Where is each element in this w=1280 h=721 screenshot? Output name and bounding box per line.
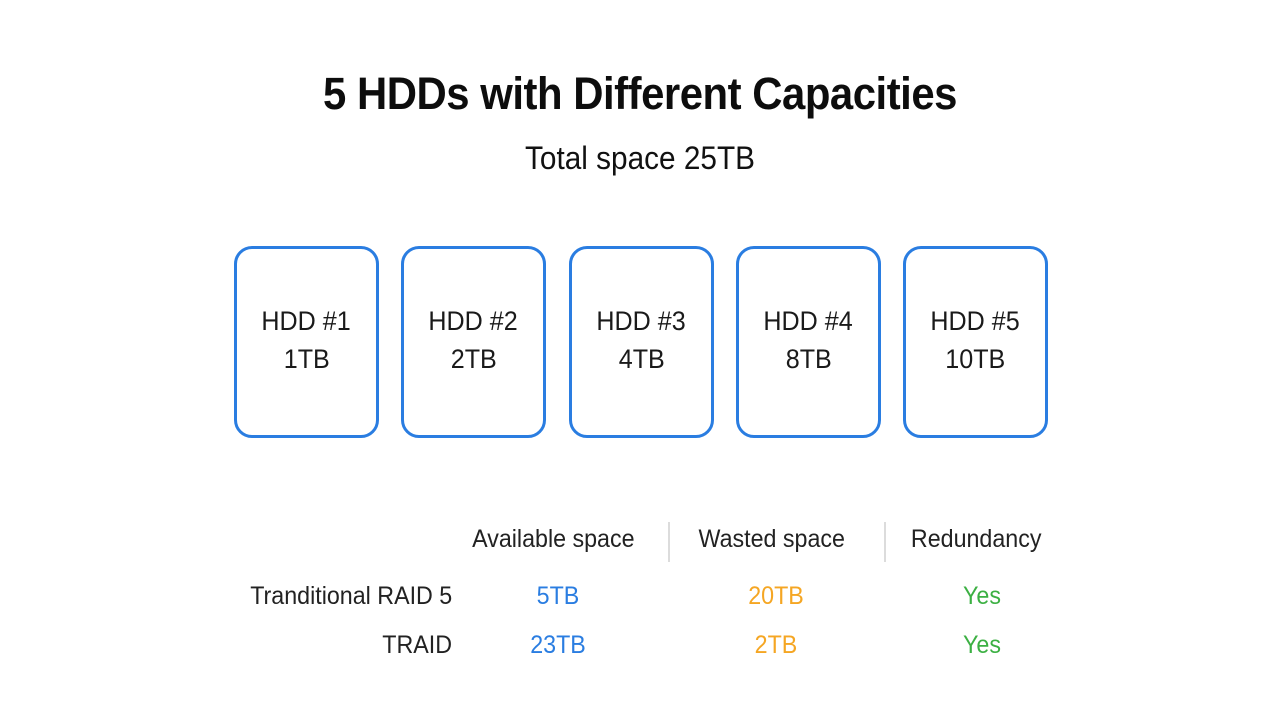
cell-redundancy: Yes: [963, 582, 1001, 610]
hdd-name: HDD #1: [261, 306, 352, 336]
hdd-name: HDD #5: [930, 306, 1021, 336]
hdd-name: HDD #2: [428, 306, 519, 336]
hdd-capacity: 4TB: [618, 344, 665, 374]
column-header-wasted: Wasted space: [698, 525, 845, 553]
hdd-box: HDD #3 4TB: [569, 246, 714, 438]
cell-redundancy: Yes: [963, 631, 1001, 659]
hdd-box: HDD #2 2TB: [401, 246, 546, 438]
cell-wasted: 2TB: [754, 631, 798, 659]
hdd-capacity: 8TB: [785, 344, 832, 374]
hdd-box: HDD #4 8TB: [736, 246, 881, 438]
hdd-capacity: 1TB: [283, 344, 330, 374]
hdd-box: HDD #5 10TB: [903, 246, 1048, 438]
row-label: TRAID: [382, 631, 452, 659]
cell-wasted: 20TB: [748, 582, 804, 610]
diagram-subtitle: Total space 25TB: [525, 140, 755, 176]
column-header-redundancy: Redundancy: [910, 525, 1042, 553]
hdd-name: HDD #3: [596, 306, 687, 336]
column-divider: [668, 522, 670, 562]
diagram-title: 5 HDDs with Different Capacities: [323, 68, 957, 119]
column-header-available: Available space: [472, 525, 635, 553]
cell-available: 5TB: [536, 582, 580, 610]
row-label: Tranditional RAID 5: [249, 582, 452, 610]
hdd-capacity: 2TB: [450, 344, 497, 374]
hdd-box: HDD #1 1TB: [234, 246, 379, 438]
hdd-capacity: 10TB: [945, 344, 1006, 374]
column-divider: [884, 522, 886, 562]
cell-available: 23TB: [530, 631, 586, 659]
hdd-name: HDD #4: [763, 306, 854, 336]
